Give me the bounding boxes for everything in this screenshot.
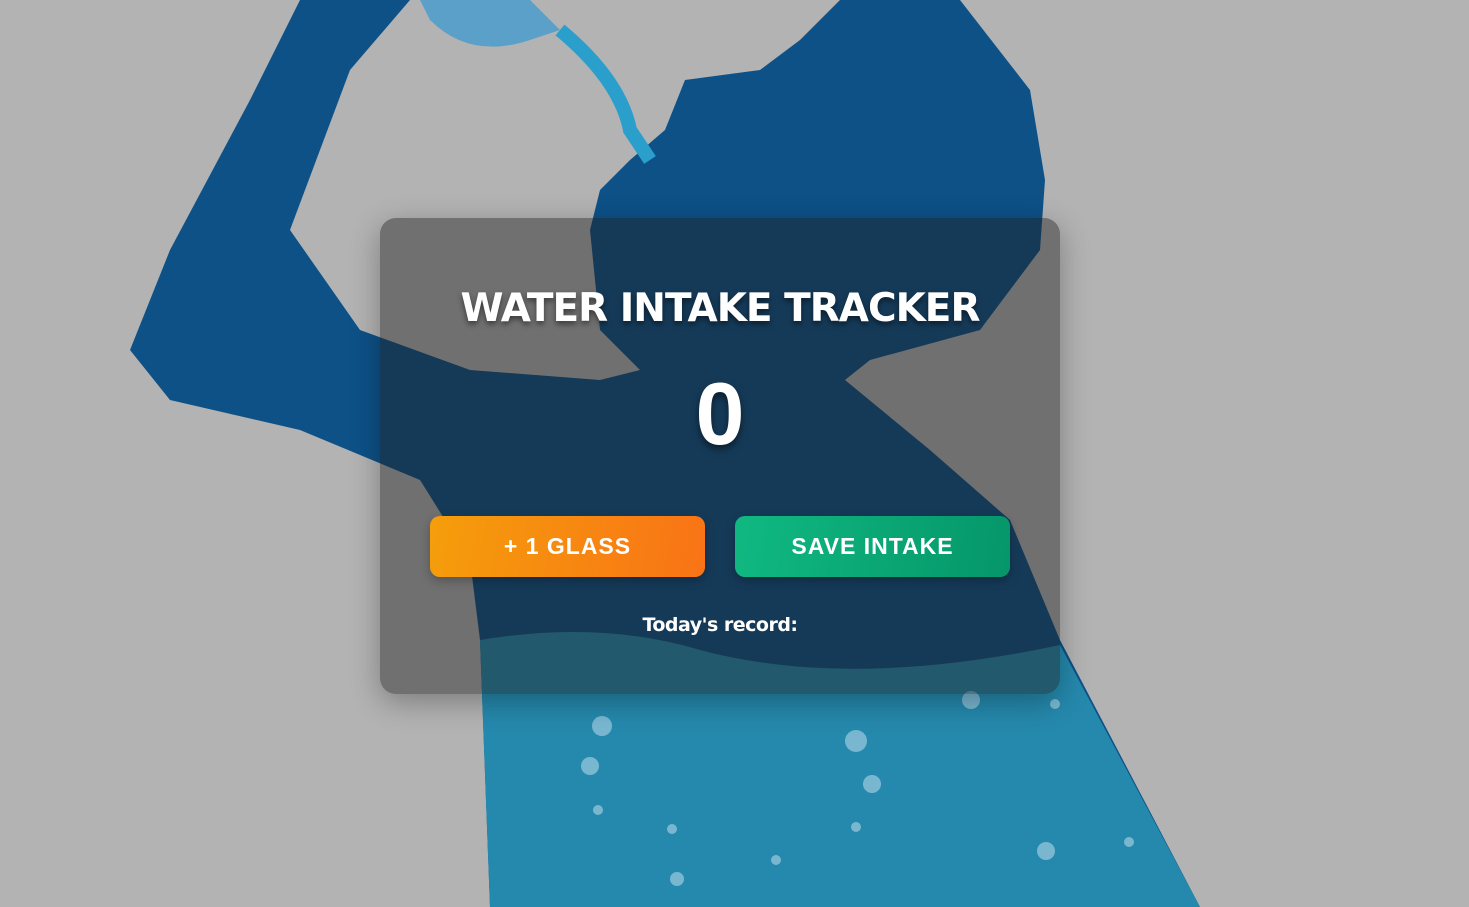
page-title: WATER INTAKE TRACKER [460,286,981,331]
glass-count: 0 [695,364,745,463]
save-intake-button[interactable]: SAVE INTAKE [735,516,1010,577]
add-glass-button[interactable]: + 1 GLASS [430,516,705,577]
tracker-card: WATER INTAKE TRACKER 0 + 1 GLASS SAVE IN… [380,218,1060,694]
todays-record-label: Today's record: [642,614,798,636]
